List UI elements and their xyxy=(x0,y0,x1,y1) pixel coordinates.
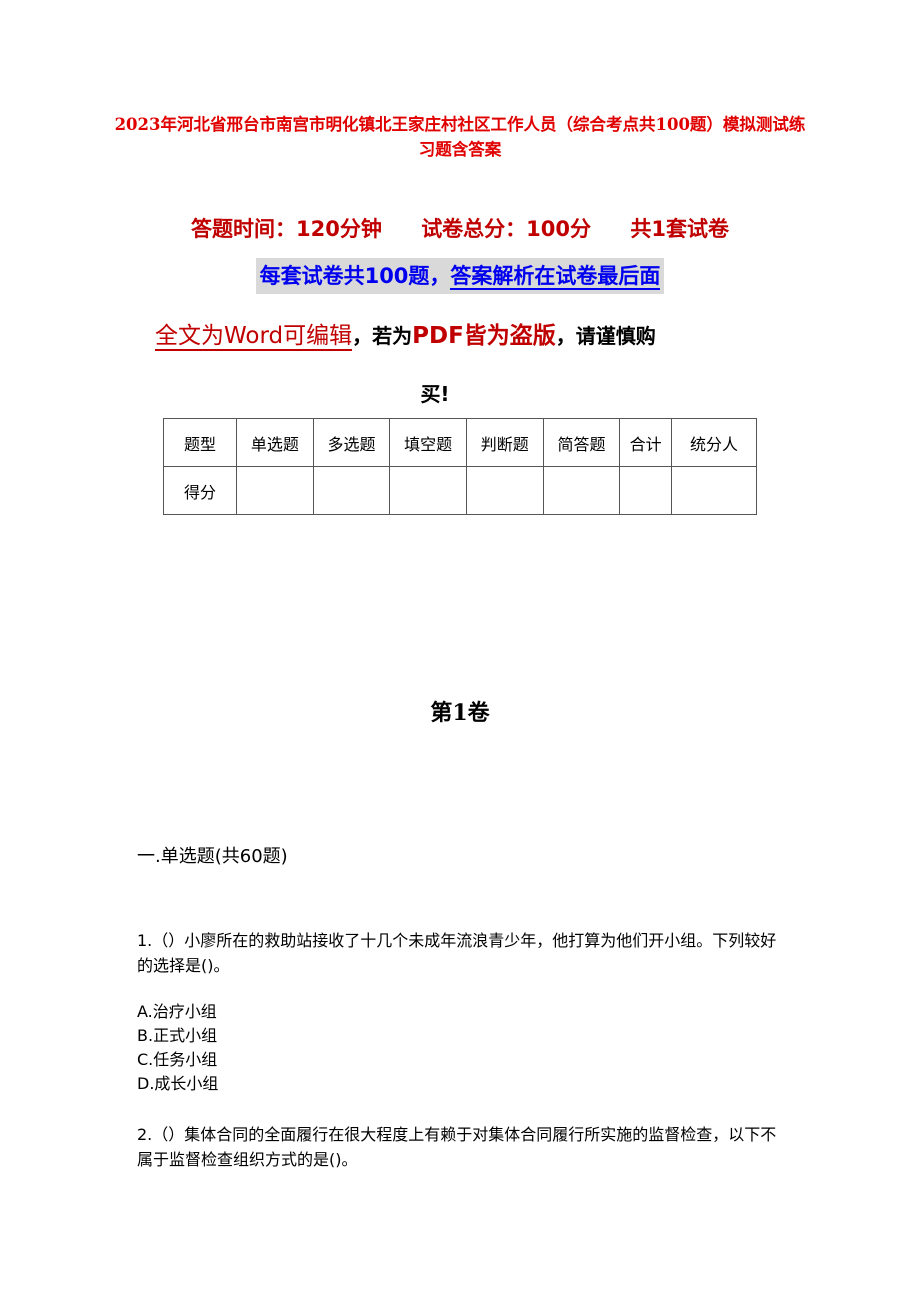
notice-count: 每套试卷共100题， xyxy=(259,264,451,288)
exam-time: 答题时间：120分钟 xyxy=(191,217,382,241)
header-cell: 题型 xyxy=(163,418,237,467)
score-table-row: 得分 xyxy=(163,466,757,515)
answer-notice: 每套试卷共100题，答案解析在试卷最后面 xyxy=(0,258,920,294)
question-1-option-d: D.成长小组 xyxy=(137,1074,219,1093)
header-cell: 统分人 xyxy=(671,418,757,467)
question-1-option-a: A.治疗小组 xyxy=(137,1002,217,1021)
score-cell xyxy=(671,466,757,515)
header-cell: 简答题 xyxy=(542,418,621,467)
question-1: 1.（）小廖所在的救助站接收了十几个未成年流浪青少年，他打算为他们开小组。下列较… xyxy=(137,931,777,975)
score-cell xyxy=(312,466,391,515)
edit-notice: 全文为Word可编辑，若为PDF皆为盗版，请谨慎购 买! xyxy=(155,307,775,423)
document-title: 2023年河北省邢台市南宫市明化镇北王家庄村社区工作人员（综合考点共100题）模… xyxy=(114,115,806,159)
header-cell: 多选题 xyxy=(312,418,391,467)
header-cell: 单选题 xyxy=(236,418,314,467)
score-cell xyxy=(542,466,621,515)
pdf-piracy-text: PDF皆为盗版 xyxy=(412,323,556,349)
question-2: 2.（）集体合同的全面履行在很大程度上有赖于对集体合同履行所实施的监督检查，以下… xyxy=(137,1125,777,1169)
edit-connector: ，若为 xyxy=(352,324,413,348)
score-table-header-row: 题型 单选题 多选题 填空题 判断题 简答题 合计 统分人 xyxy=(163,418,757,467)
score-table: 题型 单选题 多选题 填空题 判断题 简答题 合计 统分人 得分 xyxy=(163,418,757,515)
volume-heading: 第1卷 xyxy=(430,700,490,726)
notice-answers-location: 答案解析在试卷最后面 xyxy=(450,264,661,290)
edit-caution: ，请谨慎购 xyxy=(555,324,656,348)
score-cell xyxy=(465,466,544,515)
header-cell: 填空题 xyxy=(389,418,467,467)
score-cell xyxy=(619,466,672,515)
exam-sets: 共1套试卷 xyxy=(630,217,729,241)
score-cell xyxy=(236,466,314,515)
header-cell: 判断题 xyxy=(465,418,544,467)
score-cell xyxy=(389,466,467,515)
header-cell: 合计 xyxy=(619,418,672,467)
edit-caution-end: 买! xyxy=(420,382,450,406)
word-editable-text: 全文为Word可编辑 xyxy=(155,323,353,351)
question-1-option-b: B.正式小组 xyxy=(137,1026,218,1045)
exam-total-score: 试卷总分：100分 xyxy=(421,217,592,241)
exam-info: 答题时间：120分钟 试卷总分：100分 共1套试卷 xyxy=(0,213,920,243)
section-heading: 一.单选题(共60题) xyxy=(137,846,288,867)
question-1-option-c: C.任务小组 xyxy=(137,1050,218,1069)
row-label: 得分 xyxy=(163,466,237,515)
